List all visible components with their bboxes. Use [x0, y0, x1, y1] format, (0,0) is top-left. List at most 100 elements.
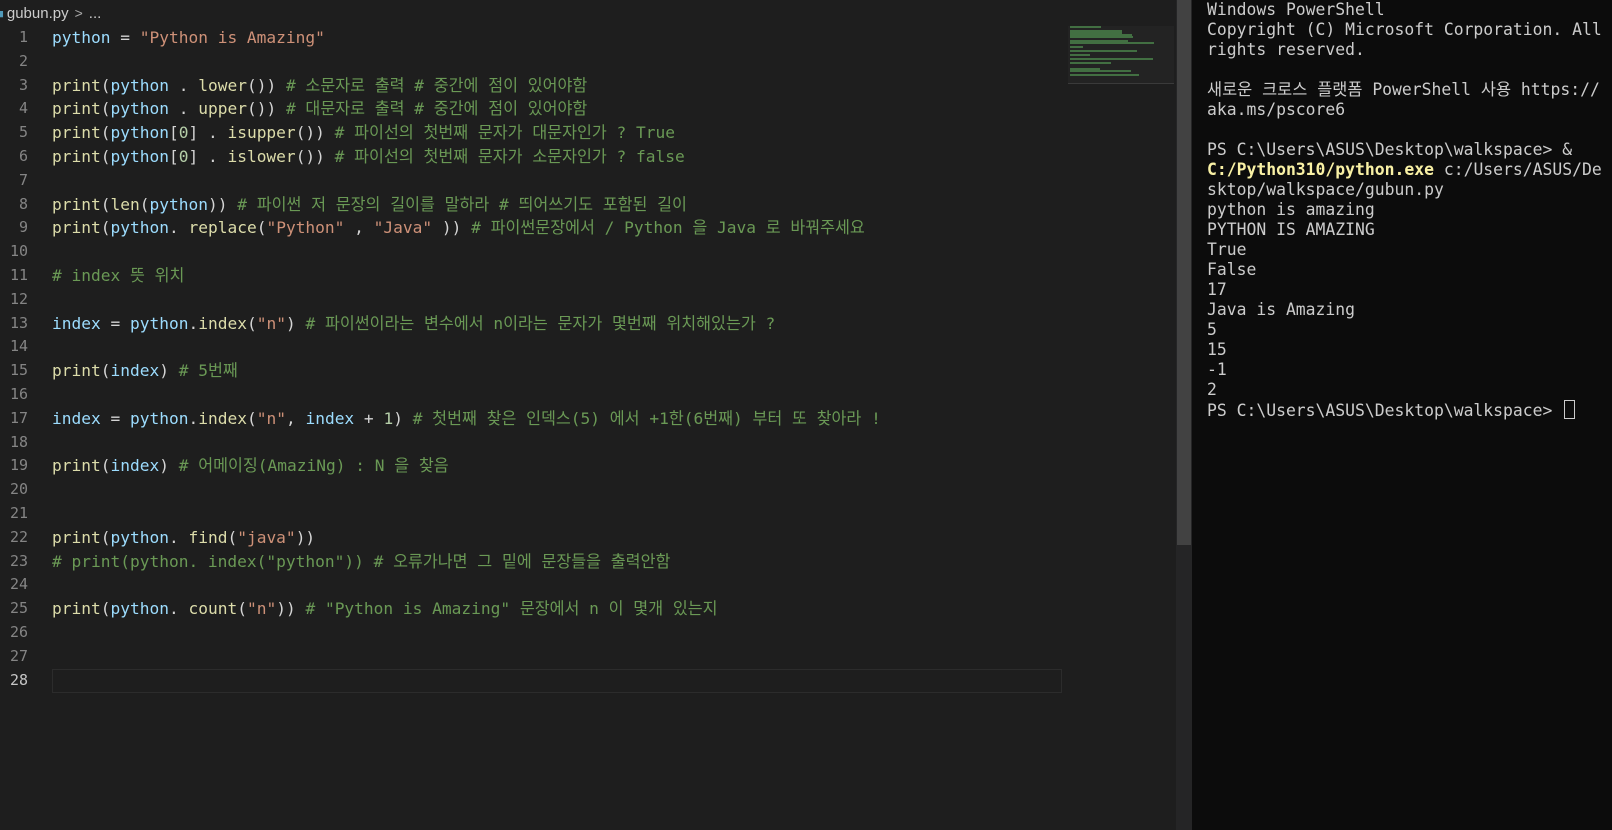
code-line[interactable]: 14	[0, 335, 1170, 359]
code-token: (	[227, 527, 238, 547]
line-number: 25	[9, 599, 28, 618]
code-line[interactable]: 4 print(python . upper()) # 대문자로 출력 # 중간에…	[0, 97, 1170, 121]
code-text[interactable]: # print(python. index("python")) # 오류가나면…	[52, 550, 670, 574]
code-line[interactable]: 22 print(python. find("java"))	[0, 526, 1170, 550]
line-number: 12	[9, 289, 28, 308]
code-line[interactable]: 21	[0, 502, 1170, 526]
line-number: 27	[9, 646, 28, 665]
code-line[interactable]: 1 python = "Python is Amazing"	[0, 26, 1170, 50]
code-text[interactable]: print(len(python)) # 파이썬 저 문장의 길이를 말하라 #…	[52, 193, 687, 217]
code-token: [	[168, 146, 179, 166]
chevron-right-icon: >	[74, 5, 83, 21]
terminal-line: False	[1207, 260, 1607, 280]
code-line[interactable]: 9 print(python. replace("Python" , "Java"…	[0, 216, 1170, 240]
code-line[interactable]: 3 print(python . lower()) # 소문자로 출력 # 중간에…	[0, 74, 1170, 98]
terminal-line: python is amazing	[1207, 200, 1607, 220]
terminal-prompt: PS C:\Users\ASUS\Desktop\walkspace>	[1207, 140, 1563, 159]
code-text[interactable]: print(python. count("n")) # "Python is A…	[52, 597, 718, 621]
code-token: python	[110, 527, 169, 547]
code-line[interactable]: 16	[0, 383, 1170, 407]
code-line[interactable]: 12	[0, 288, 1170, 312]
code-line[interactable]: 7	[0, 169, 1170, 193]
terminal-line: Windows PowerShell	[1207, 0, 1607, 20]
code-token: .	[188, 313, 199, 333]
code-token: =	[100, 408, 130, 428]
code-token: index	[110, 456, 160, 476]
code-line[interactable]: 15 print(index) # 5번째	[0, 359, 1170, 383]
code-editor[interactable]: ■ gubun.py > ... 1 python = "Python is Am…	[0, 0, 1176, 830]
code-text[interactable]: print(index) # 5번째	[52, 359, 238, 383]
code-token: "n"	[256, 313, 286, 333]
minimap[interactable]	[1068, 26, 1174, 84]
code-line[interactable]: 11 # index 뜻 위치	[0, 264, 1170, 288]
code-token: index	[110, 361, 160, 381]
code-line[interactable]: 2	[0, 50, 1170, 74]
code-line[interactable]: 13 index = python.index("n") # 파이썬이라는 변수에…	[0, 312, 1170, 336]
code-line[interactable]: 19 print(index) # 어메이징(AmaziNg) : N 을 찾음	[0, 454, 1170, 478]
line-number: 18	[9, 432, 28, 451]
code-token: print	[52, 456, 101, 476]
code-text[interactable]: print(python . lower()) # 소문자로 출력 # 중간에 …	[52, 74, 587, 98]
code-token: index	[305, 408, 355, 428]
current-line-highlight	[52, 668, 1062, 693]
code-lines[interactable]: 1 python = "Python is Amazing" 2 3 print(pyt…	[0, 26, 1170, 693]
code-line[interactable]: 23 # print(python. index("python")) # 오류가…	[0, 550, 1170, 574]
code-token: ))	[207, 194, 238, 214]
code-token: .	[168, 99, 199, 119]
code-token: # 어메이징(AmaziNg) : N 을 찾음	[178, 456, 449, 476]
line-number: 9	[18, 218, 28, 237]
code-text[interactable]: index = python.index("n", index + 1) # 첫…	[52, 407, 881, 431]
code-line[interactable]: 27	[0, 645, 1170, 669]
breadcrumb-file[interactable]: gubun.py	[7, 5, 69, 22]
code-line[interactable]: 28	[0, 668, 1170, 693]
code-line[interactable]: 20	[0, 478, 1170, 502]
code-token: ())	[246, 75, 286, 95]
code-text[interactable]: print(index) # 어메이징(AmaziNg) : N 을 찾음	[52, 454, 449, 478]
code-text[interactable]: print(python . upper()) # 대문자로 출력 # 중간에 …	[52, 97, 587, 121]
terminal-line: 15	[1207, 340, 1607, 360]
code-text[interactable]: # index 뜻 위치	[52, 264, 184, 288]
code-line[interactable]: 25 print(python. count("n")) # "Python is…	[0, 597, 1170, 621]
line-number: 11	[9, 265, 28, 284]
terminal-text: Copyright (C) Microsoft Corporation. All…	[1207, 20, 1612, 59]
code-line[interactable]: 8 print(len(python)) # 파이썬 저 문장의 길이를 말하라 …	[0, 193, 1170, 217]
code-line[interactable]: 17 index = python.index("n", index + 1) #…	[0, 407, 1170, 431]
code-line[interactable]: 6 print(python[0] . islower()) # 파이선의 첫번째…	[0, 145, 1170, 169]
terminal-panel[interactable]: Windows PowerShell Copyright (C) Microsof…	[1192, 0, 1612, 830]
code-line[interactable]: 26	[0, 621, 1170, 645]
minimap-line	[1070, 58, 1153, 60]
editor-scrollbar-thumb[interactable]	[1177, 0, 1191, 545]
code-token: ,	[285, 408, 306, 428]
code-token: islower	[227, 146, 296, 166]
terminal-line: Copyright (C) Microsoft Corporation. All…	[1207, 20, 1607, 60]
line-number: 3	[18, 75, 28, 94]
code-token: isupper	[227, 123, 296, 143]
code-token: "java"	[237, 527, 296, 547]
terminal-text: Windows PowerShell	[1207, 0, 1385, 19]
code-token: find	[188, 527, 228, 547]
code-line[interactable]: 10	[0, 240, 1170, 264]
code-line[interactable]: 18	[0, 431, 1170, 455]
minimap-line	[1070, 36, 1133, 38]
code-line[interactable]: 5 print(python[0] . isupper()) # 파이선의 첫번째…	[0, 121, 1170, 145]
code-text[interactable]: python = "Python is Amazing"	[52, 26, 325, 50]
code-token: len	[110, 194, 140, 214]
minimap-line	[1070, 70, 1131, 72]
terminal-output[interactable]: Windows PowerShell Copyright (C) Microsof…	[1207, 0, 1607, 421]
code-text[interactable]: print(python. replace("Python" , "Java" …	[52, 216, 865, 240]
line-number: 5	[18, 123, 28, 142]
line-number: 4	[18, 99, 28, 118]
code-token: python	[110, 218, 169, 238]
terminal-text: 2	[1207, 380, 1217, 399]
code-text[interactable]: print(python. find("java"))	[52, 526, 315, 550]
breadcrumb-more[interactable]: ...	[89, 5, 102, 22]
code-token: [	[168, 123, 179, 143]
code-token: print	[52, 75, 101, 95]
code-text[interactable]: print(python[0] . islower()) # 파이선의 첫번째 …	[52, 145, 685, 169]
code-line[interactable]: 24	[0, 573, 1170, 597]
code-token: replace	[188, 218, 257, 238]
code-token: ] .	[188, 146, 228, 166]
code-text[interactable]: index = python.index("n") # 파이썬이라는 변수에서 …	[52, 312, 775, 336]
code-text[interactable]: print(python[0] . isupper()) # 파이선의 첫번째 …	[52, 121, 675, 145]
line-number: 15	[9, 361, 28, 380]
